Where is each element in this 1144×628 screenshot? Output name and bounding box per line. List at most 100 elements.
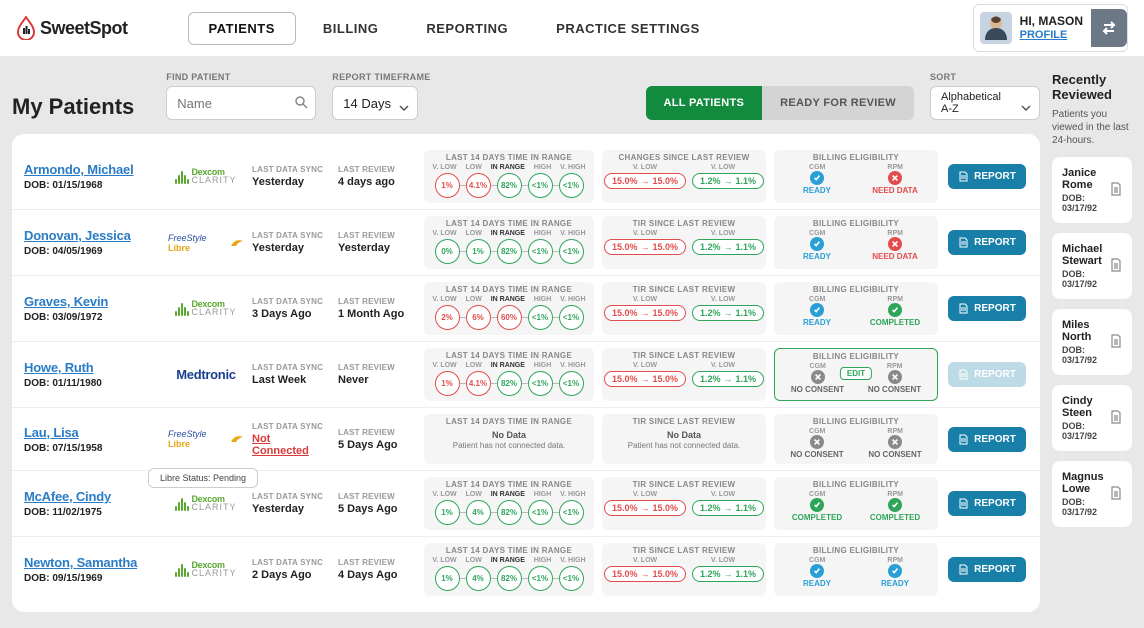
document-icon xyxy=(1110,182,1122,199)
recent-patient-card[interactable]: Miles North DOB: 03/17/92 xyxy=(1052,309,1132,375)
changes-block: TIR SINCE LAST REVIEW V. LOWV. LOW 15.0%… xyxy=(602,216,766,269)
billing-status: COMPLETED xyxy=(860,303,930,327)
patient-name-link[interactable]: McAfee, Cindy xyxy=(24,489,160,504)
device-cell: Medtronic xyxy=(168,348,244,401)
document-icon xyxy=(1110,410,1122,427)
libre-logo: FreeStyle Libre xyxy=(168,429,244,449)
nav-practice-settings[interactable]: PRACTICE SETTINGS xyxy=(535,12,721,45)
dexcom-logo: DexcomCLARITY xyxy=(175,496,236,510)
swap-icon[interactable] xyxy=(1091,9,1127,47)
recent-patient-card[interactable]: Michael Stewart DOB: 03/17/92 xyxy=(1052,233,1132,299)
status-icon xyxy=(810,171,824,185)
find-patient-label: FIND PATIENT xyxy=(166,72,316,82)
report-button[interactable]: REPORT xyxy=(948,230,1026,255)
sync-value: Not Connected xyxy=(252,433,330,457)
topbar: SweetSpot PATIENTS BILLING REPORTING PRA… xyxy=(0,0,1144,56)
nav-patients[interactable]: PATIENTS xyxy=(188,12,296,45)
billing-block: BILLING ELIGIBILITY CGMRPM NO CONSENT NO… xyxy=(774,414,938,464)
sidebar-title: Recently Reviewed xyxy=(1052,72,1132,102)
review-value: 1 Month Ago xyxy=(338,308,416,320)
table-row: Newton, Samantha DOB: 09/15/1969 DexcomC… xyxy=(12,536,1040,602)
status-icon xyxy=(810,564,824,578)
patient-name-link[interactable]: Newton, Samantha xyxy=(24,555,160,570)
patient-dob: DOB: 09/15/1969 xyxy=(24,573,160,584)
sync-value: 3 Days Ago xyxy=(252,308,330,320)
patient-name-link[interactable]: Donovan, Jessica xyxy=(24,228,160,243)
billing-status: READY xyxy=(782,303,852,327)
changes-block: CHANGES SINCE LAST REVIEW V. LOWV. LOW 1… xyxy=(602,150,766,203)
sync-value: Yesterday xyxy=(252,176,330,188)
patient-name-link[interactable]: Graves, Kevin xyxy=(24,294,160,309)
changes-block: TIR SINCE LAST REVIEW V. LOWV. LOW 15.0%… xyxy=(602,477,766,530)
tir-block: LAST 14 DAYS TIME IN RANGE V. LOWLOWIN R… xyxy=(424,150,594,203)
edit-button[interactable]: EDIT xyxy=(840,367,872,380)
status-icon xyxy=(811,370,825,384)
billing-status: READY xyxy=(782,237,852,261)
review-label: LAST REVIEW xyxy=(338,428,416,437)
patient-name-link[interactable]: Lau, Lisa xyxy=(24,425,160,440)
sort-select[interactable]: Alphabetical A-Z xyxy=(930,86,1040,120)
status-icon xyxy=(810,237,824,251)
card-name: Cindy Steen xyxy=(1062,395,1110,419)
device-tooltip: Libre Status: Pending xyxy=(148,468,258,488)
document-icon xyxy=(1110,486,1122,503)
patient-table: Armondo, Michael DOB: 01/15/1968 DexcomC… xyxy=(12,134,1040,612)
billing-block: BILLING ELIGIBILITY CGMRPM READY NEED DA… xyxy=(774,150,938,203)
nav-reporting[interactable]: REPORTING xyxy=(405,12,529,45)
user-profile-link[interactable]: PROFILE xyxy=(1020,29,1083,42)
recent-patient-card[interactable]: Cindy Steen DOB: 03/17/92 xyxy=(1052,385,1132,451)
report-button[interactable]: REPORT xyxy=(948,427,1026,452)
avatar xyxy=(980,12,1012,44)
review-value: 4 Days Ago xyxy=(338,569,416,581)
card-dob: DOB: 03/17/92 xyxy=(1062,193,1110,213)
sync-value: Last Week xyxy=(252,374,330,386)
seg-all-patients[interactable]: ALL PATIENTS xyxy=(646,86,763,120)
review-label: LAST REVIEW xyxy=(338,363,416,372)
billing-block: BILLING ELIGIBILITY CGMRPM READY NEED DA… xyxy=(774,216,938,269)
table-row: Howe, Ruth DOB: 01/11/1980 Medtronic LAS… xyxy=(12,341,1040,407)
report-button[interactable]: REPORT xyxy=(948,557,1026,582)
billing-block: BILLING ELIGIBILITY CGMRPM NO CONSENT NO… xyxy=(774,348,938,401)
nav-billing[interactable]: BILLING xyxy=(302,12,400,45)
report-button[interactable]: REPORT xyxy=(948,296,1026,321)
billing-status: READY xyxy=(782,171,852,195)
status-icon xyxy=(810,498,824,512)
sort-label: SORT xyxy=(930,72,1040,82)
review-value: 5 Days Ago xyxy=(338,439,416,451)
device-cell: DexcomCLARITY xyxy=(168,282,244,335)
seg-ready-for-review[interactable]: READY FOR REVIEW xyxy=(762,86,914,120)
billing-status: COMPLETED xyxy=(782,498,852,522)
sync-value: Yesterday xyxy=(252,503,330,515)
recent-patient-card[interactable]: Janice Rome DOB: 03/17/92 xyxy=(1052,157,1132,223)
patient-name-link[interactable]: Armondo, Michael xyxy=(24,162,160,177)
review-value: 4 days ago xyxy=(338,176,416,188)
status-icon xyxy=(888,370,902,384)
review-label: LAST REVIEW xyxy=(338,558,416,567)
user-menu[interactable]: HI, MASON PROFILE xyxy=(973,4,1128,52)
billing-status: NO CONSENT xyxy=(860,435,930,459)
document-icon xyxy=(1110,334,1122,351)
billing-block: BILLING ELIGIBILITY CGMRPM READY COMPLET… xyxy=(774,282,938,335)
libre-logo: FreeStyle Libre xyxy=(168,233,244,253)
recent-patient-card[interactable]: Magnus Lowe DOB: 03/17/92 xyxy=(1052,461,1132,527)
logo-drop-icon xyxy=(16,16,36,40)
status-icon xyxy=(888,564,902,578)
patient-name-link[interactable]: Howe, Ruth xyxy=(24,360,160,375)
status-icon xyxy=(810,435,824,449)
tir-block: LAST 14 DAYS TIME IN RANGE V. LOWLOWIN R… xyxy=(424,282,594,335)
main-nav: PATIENTS BILLING REPORTING PRACTICE SETT… xyxy=(188,12,721,45)
dexcom-logo: DexcomCLARITY xyxy=(175,169,236,183)
billing-status: NEED DATA xyxy=(860,237,930,261)
report-button[interactable]: REPORT xyxy=(948,491,1026,516)
patient-dob: DOB: 11/02/1975 xyxy=(24,507,160,518)
table-row: Donovan, Jessica DOB: 04/05/1969 FreeSty… xyxy=(12,209,1040,275)
sync-value: Yesterday xyxy=(252,242,330,254)
table-row: Lau, Lisa DOB: 07/15/1958 FreeStyle Libr… xyxy=(12,407,1040,470)
timeframe-select[interactable]: 14 Days xyxy=(332,86,418,120)
logo[interactable]: SweetSpot xyxy=(16,16,128,40)
patient-dob: DOB: 07/15/1958 xyxy=(24,443,160,454)
status-icon xyxy=(888,171,902,185)
billing-status: READY xyxy=(860,564,930,588)
report-button[interactable]: REPORT xyxy=(948,164,1026,189)
sync-label: LAST DATA SYNC xyxy=(252,231,330,240)
